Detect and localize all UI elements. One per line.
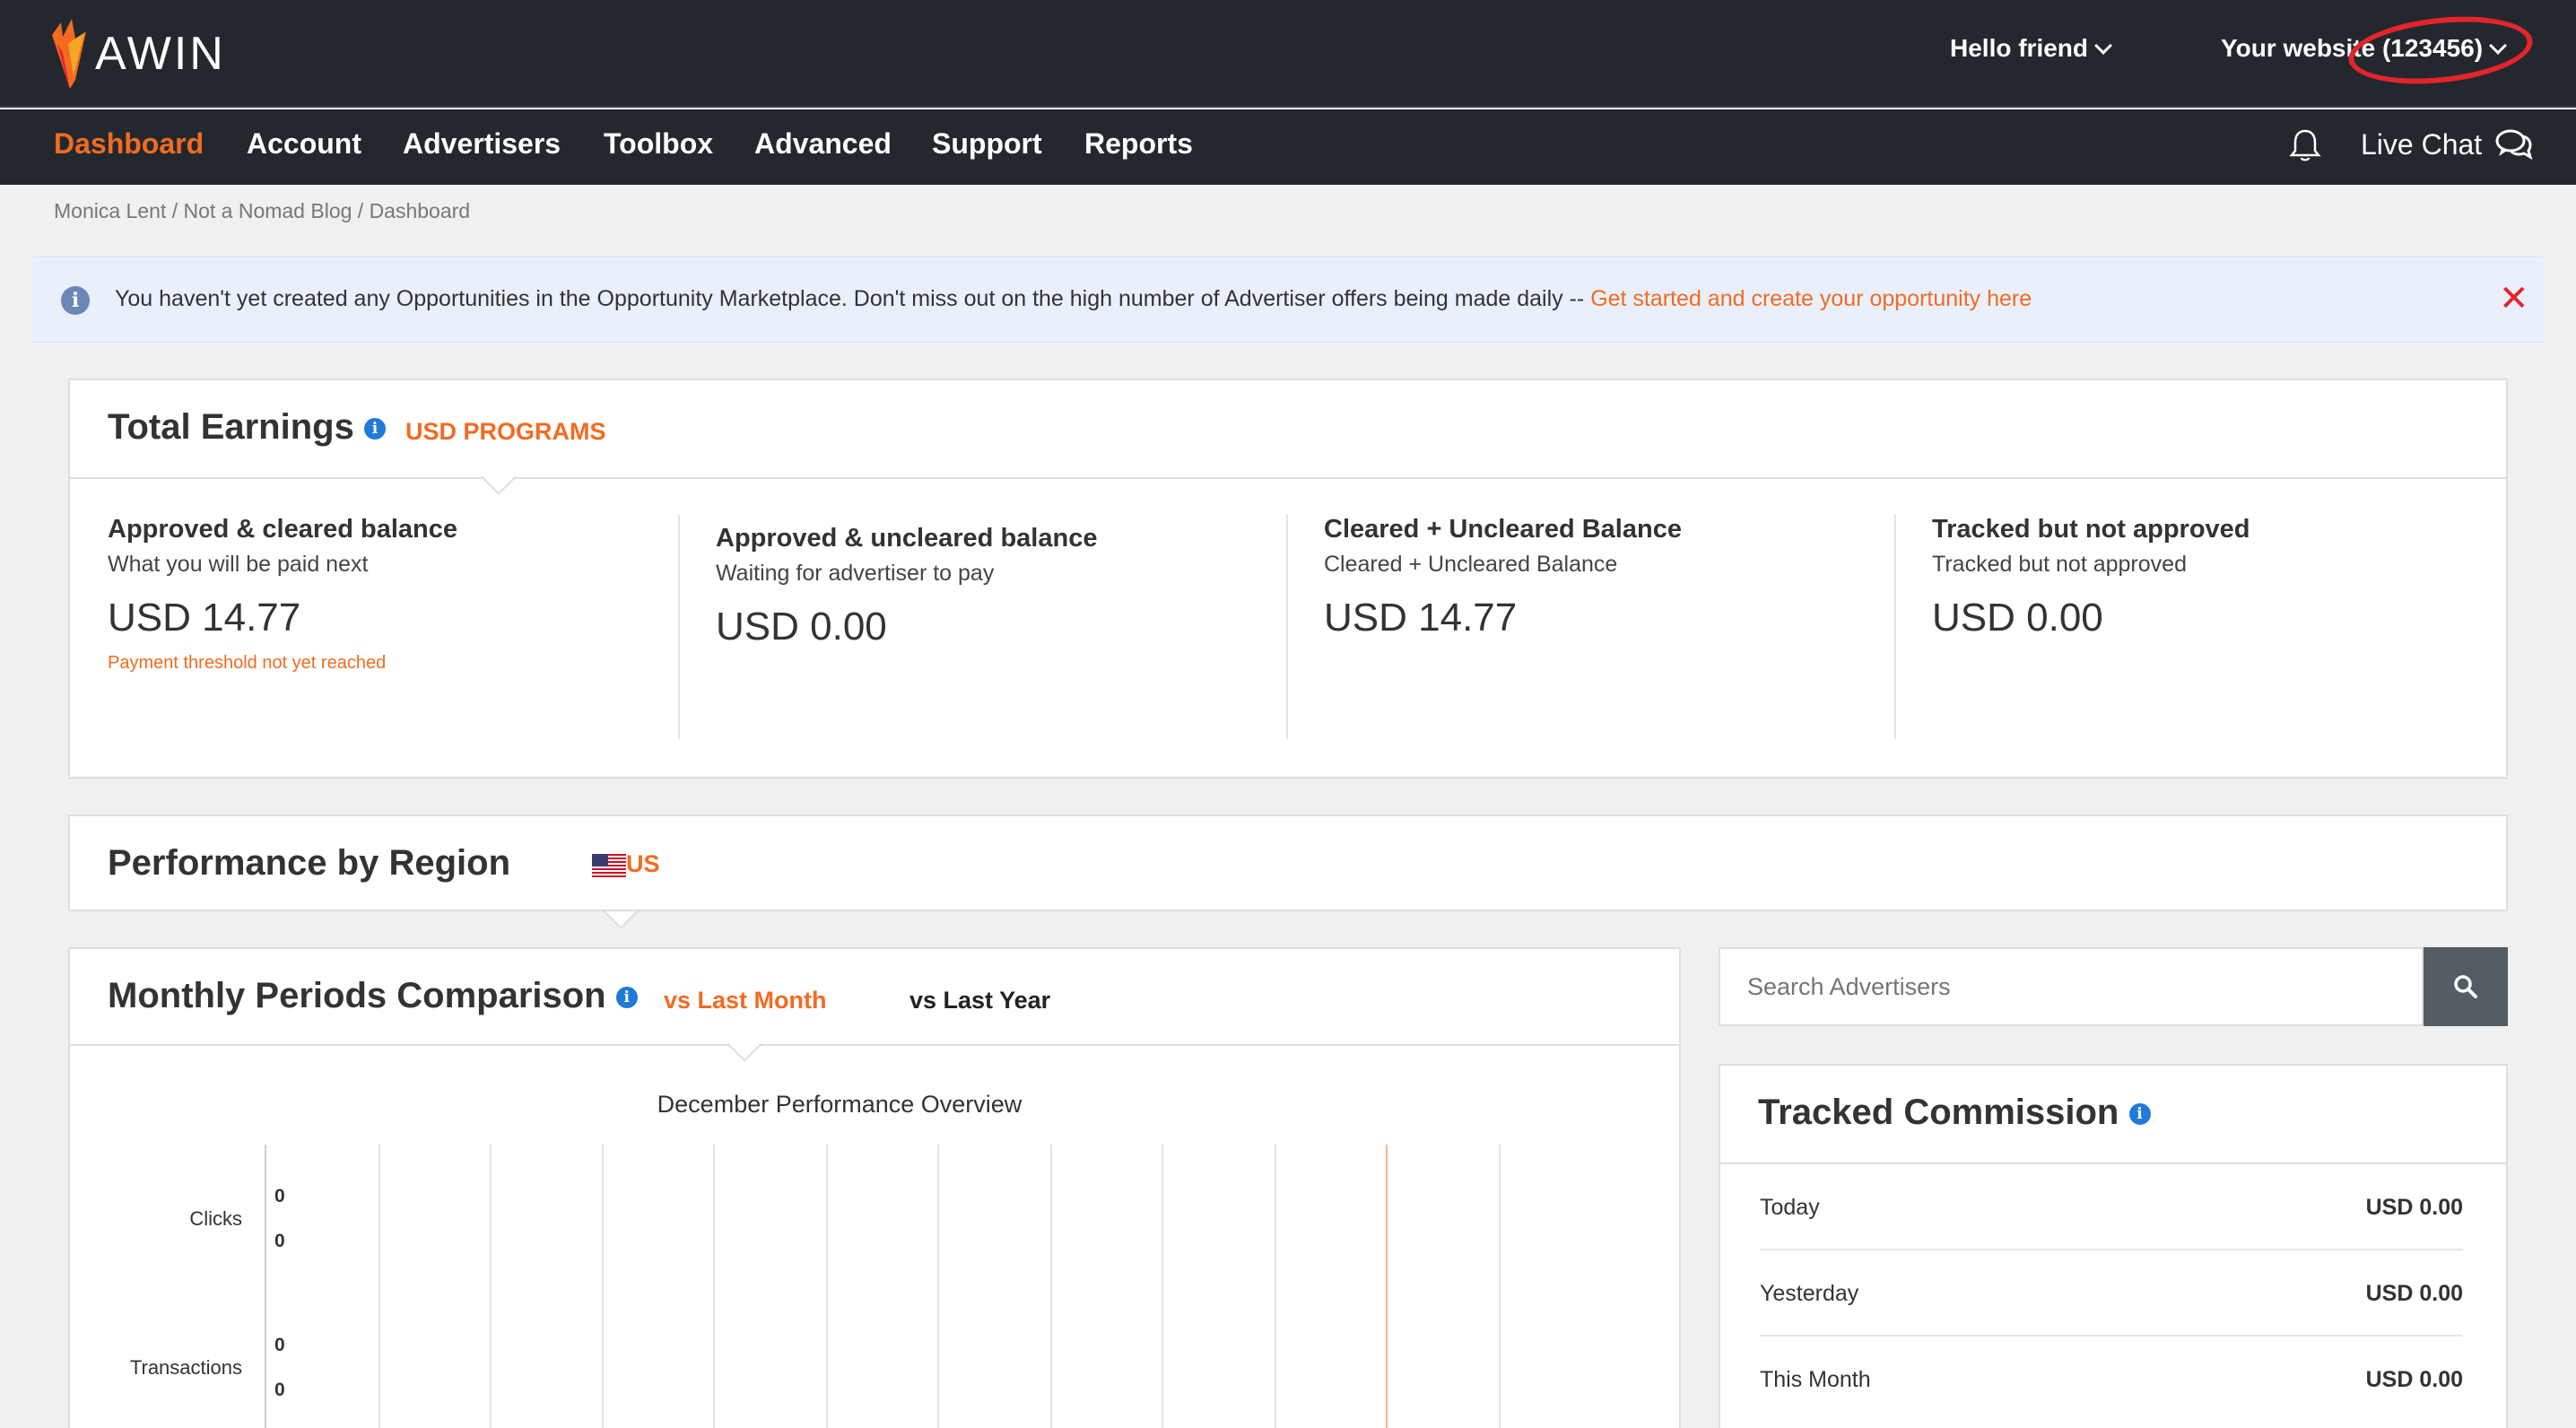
nav-advanced[interactable]: Advanced bbox=[754, 127, 892, 161]
balance-title: Approved & uncleared balance bbox=[716, 524, 1098, 553]
commission-value: USD 0.00 bbox=[2365, 1367, 2463, 1392]
metric-label-transactions: Transactions bbox=[129, 1356, 242, 1379]
divider bbox=[68, 910, 2508, 911]
monthly-comparison-card: Monthly Periods Comparison i vs Last Mon… bbox=[68, 947, 1681, 1428]
top-header: AWIN Hello friend Your website (123456) bbox=[0, 0, 2576, 108]
divider bbox=[1286, 515, 1288, 739]
balance-approved-uncleared: Approved & uncleared balance Waiting for… bbox=[716, 524, 1254, 649]
commission-row-yesterday: Yesterday USD 0.00 bbox=[1760, 1250, 2463, 1337]
total-earnings-title-text: Total Earnings bbox=[108, 407, 354, 447]
metric-value: 0 bbox=[274, 1231, 285, 1251]
tracked-commission-card: Tracked Commission i Today USD 0.00 Yest… bbox=[1719, 1064, 2508, 1428]
bell-icon[interactable] bbox=[2289, 127, 2321, 163]
divider bbox=[1894, 515, 1896, 739]
nav-account[interactable]: Account bbox=[247, 127, 361, 161]
main-nav: Dashboard Account Advertisers Toolbox Ad… bbox=[0, 109, 2576, 185]
balance-subtitle: What you will be paid next bbox=[108, 552, 369, 577]
chat-bubbles-icon bbox=[2495, 129, 2533, 161]
balance-value: USD 0.00 bbox=[1932, 596, 2103, 640]
tab-vs-last-month[interactable]: vs Last Month bbox=[664, 987, 827, 1014]
balance-value: USD 0.00 bbox=[716, 605, 887, 649]
balance-value: USD 14.77 bbox=[1324, 596, 1518, 640]
search-advertisers-input[interactable] bbox=[1719, 947, 2424, 1026]
region-label: US bbox=[626, 850, 660, 877]
nav-dashboard[interactable]: Dashboard bbox=[54, 127, 204, 161]
tab-pointer bbox=[727, 1026, 762, 1062]
close-icon[interactable]: ✕ bbox=[2499, 281, 2529, 317]
total-earnings-card: Total Earnings i USD PROGRAMS Approved &… bbox=[68, 379, 2508, 779]
chart-title: December Performance Overview bbox=[657, 1091, 1023, 1118]
greeting-label: Hello friend bbox=[1950, 34, 2089, 62]
chevron-down-icon bbox=[2094, 37, 2112, 55]
total-earnings-header: Total Earnings i USD PROGRAMS bbox=[70, 380, 2506, 495]
tab-vs-last-year[interactable]: vs Last Year bbox=[909, 987, 1050, 1014]
total-earnings-title: Total Earnings i bbox=[108, 407, 386, 448]
monthly-comparison-header: Monthly Periods Comparison i vs Last Mon… bbox=[70, 949, 1679, 1062]
info-icon[interactable]: i bbox=[615, 987, 638, 1009]
balance-title: Approved & cleared balance bbox=[108, 515, 458, 544]
tracked-commission-title: Tracked Commission i bbox=[1758, 1093, 2151, 1133]
highlight-annotation bbox=[2345, 8, 2537, 92]
logo-text: AWIN bbox=[95, 28, 226, 80]
metric-value: 0 bbox=[274, 1335, 285, 1355]
info-icon[interactable]: i bbox=[363, 418, 386, 440]
commission-label: Yesterday bbox=[1760, 1281, 1859, 1306]
metric-value: 0 bbox=[274, 1186, 285, 1206]
metric-label-clicks: Clicks bbox=[189, 1207, 242, 1230]
balance-subtitle: Tracked but not approved bbox=[1932, 552, 2187, 577]
balance-tracked-not-approved: Tracked but not approved Tracked but not… bbox=[1932, 515, 2470, 640]
banner-text: You haven't yet created any Opportunitie… bbox=[115, 286, 1591, 311]
live-chat-button[interactable]: Live Chat bbox=[2361, 127, 2534, 161]
tracked-commission-header: Tracked Commission i bbox=[1720, 1066, 2506, 1164]
balance-cleared-uncleared: Cleared + Uncleared Balance Cleared + Un… bbox=[1324, 515, 1862, 640]
commission-value: USD 0.00 bbox=[2365, 1281, 2463, 1306]
tracked-commission-title-text: Tracked Commission bbox=[1758, 1093, 2119, 1132]
info-icon: i bbox=[61, 286, 90, 315]
breadcrumb: Monica Lent / Not a Nomad Blog / Dashboa… bbox=[54, 199, 471, 222]
monthly-title: Monthly Periods Comparison i bbox=[108, 976, 638, 1016]
banner-link[interactable]: Get started and create your opportunity … bbox=[1590, 286, 2032, 311]
commission-value: USD 0.00 bbox=[2365, 1195, 2463, 1220]
search-icon bbox=[2454, 975, 2477, 998]
search-button[interactable] bbox=[2424, 947, 2508, 1026]
nav-reports[interactable]: Reports bbox=[1084, 127, 1193, 161]
awin-flame-icon bbox=[52, 19, 86, 89]
performance-region-title: Performance by Region bbox=[108, 843, 511, 883]
monthly-title-text: Monthly Periods Comparison bbox=[108, 976, 606, 1015]
balance-note: Payment threshold not yet reached bbox=[108, 653, 387, 673]
info-icon[interactable]: i bbox=[2128, 1103, 2151, 1126]
commission-row-this-month: This Month USD 0.00 bbox=[1760, 1337, 2463, 1423]
tab-usd-programs[interactable]: USD PROGRAMS bbox=[405, 418, 606, 446]
balance-subtitle: Waiting for advertiser to pay bbox=[716, 561, 995, 586]
tab-pointer bbox=[481, 459, 517, 495]
live-chat-label: Live Chat bbox=[2361, 127, 2483, 161]
performance-region-card: Performance by Region US bbox=[68, 814, 2508, 929]
info-banner: i You haven't yet created any Opportunit… bbox=[32, 257, 2544, 343]
region-selector[interactable]: US bbox=[592, 850, 660, 878]
region-pointer bbox=[603, 893, 639, 929]
commission-row-today: Today USD 0.00 bbox=[1760, 1164, 2463, 1250]
balance-value: USD 14.77 bbox=[108, 596, 301, 640]
balance-approved-cleared: Approved & cleared balance What you will… bbox=[108, 515, 646, 674]
nav-toolbox[interactable]: Toolbox bbox=[604, 127, 713, 161]
balance-title: Tracked but not approved bbox=[1932, 515, 2250, 544]
us-flag-icon bbox=[592, 853, 626, 877]
balance-title: Cleared + Uncleared Balance bbox=[1324, 515, 1682, 544]
commission-label: Today bbox=[1760, 1195, 1820, 1220]
banner-message: You haven't yet created any Opportunitie… bbox=[115, 286, 2032, 312]
awin-logo[interactable]: AWIN bbox=[48, 16, 226, 91]
nav-advertisers[interactable]: Advertisers bbox=[403, 127, 561, 161]
nav-support[interactable]: Support bbox=[932, 127, 1042, 161]
user-menu[interactable]: Hello friend bbox=[1950, 34, 2112, 63]
commission-label: This Month bbox=[1760, 1367, 1871, 1392]
metric-value: 0 bbox=[274, 1380, 285, 1400]
divider bbox=[678, 515, 680, 739]
balance-subtitle: Cleared + Uncleared Balance bbox=[1324, 552, 1618, 577]
